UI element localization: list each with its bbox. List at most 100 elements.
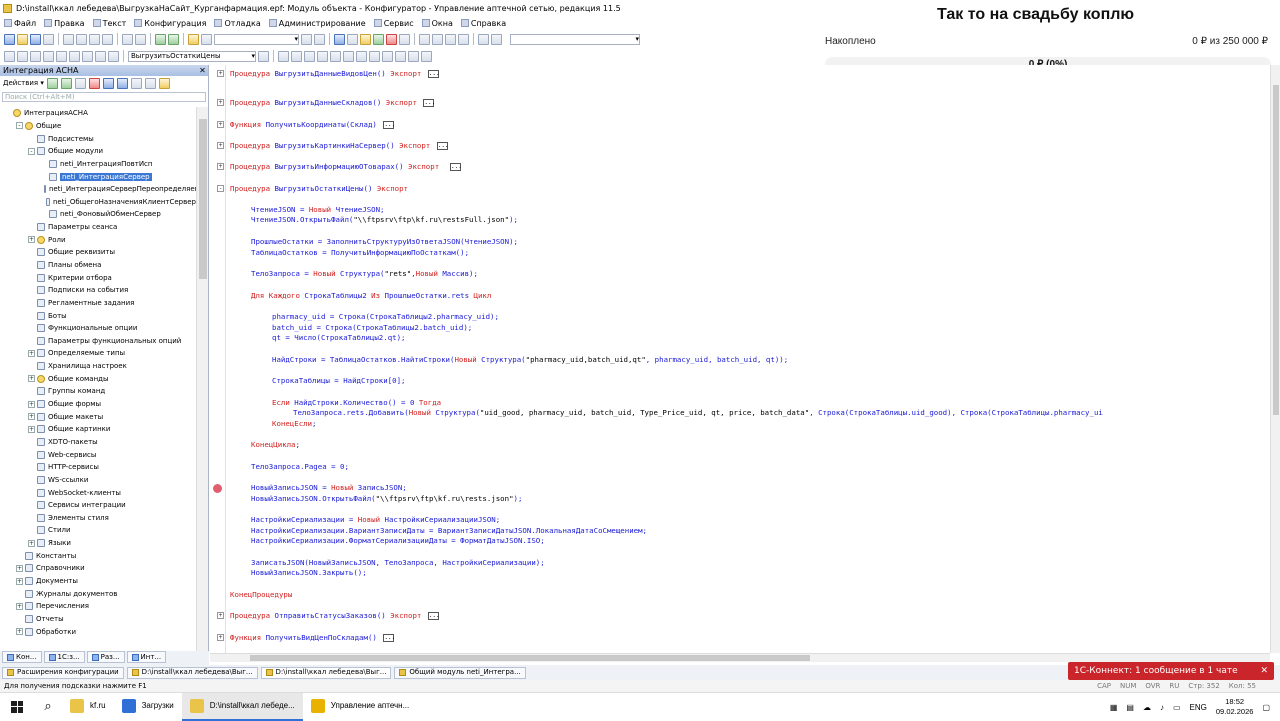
evaluate-icon[interactable]: [330, 50, 341, 62]
step-into-icon[interactable]: [291, 50, 302, 62]
find-icon[interactable]: [188, 33, 199, 45]
tree-node[interactable]: + Общие команды: [0, 372, 196, 385]
code-line[interactable]: КонецЕсли;: [272, 419, 317, 429]
call-stack-icon[interactable]: [343, 50, 354, 62]
step-out-icon[interactable]: [317, 50, 328, 62]
edit-icon[interactable]: [60, 77, 72, 89]
code-line[interactable]: Если НайдСтроки.Количество() = 0 Тогда: [272, 398, 441, 408]
tree-node[interactable]: Подсистемы: [0, 132, 196, 145]
tree-node[interactable]: + Обработки: [0, 625, 196, 638]
watch-icon[interactable]: [356, 50, 367, 62]
tree-node[interactable]: neti_ИнтеграцияСерверПереопределяем: [0, 183, 196, 196]
keyboard-lang[interactable]: ENG: [1190, 703, 1207, 712]
menu-item[interactable]: Правка: [44, 19, 85, 28]
panel-close-icon[interactable]: ✕: [197, 65, 208, 76]
tree-node[interactable]: Группы команд: [0, 385, 196, 398]
menu-item[interactable]: Текст: [92, 19, 126, 28]
format-icon[interactable]: [82, 50, 93, 62]
settings-icon[interactable]: [478, 33, 489, 45]
measure-icon[interactable]: [395, 50, 406, 62]
code-line[interactable]: ЧтениеJSON = Новый ЧтениеJSON;: [251, 205, 385, 215]
tree-node[interactable]: Общие реквизиты: [0, 246, 196, 259]
expand-toggle-icon[interactable]: +: [28, 375, 35, 383]
code-line[interactable]: ТелоЗапроса.Pagea = 0;: [251, 462, 349, 472]
window-tab[interactable]: D:\install\ккал лебедева\Выг...: [126, 666, 258, 679]
fold-toggle-icon[interactable]: +: [217, 163, 224, 170]
collapsed-block-icon[interactable]: ...: [383, 634, 395, 642]
expand-toggle-icon[interactable]: +: [28, 425, 35, 433]
window-tile-icon[interactable]: [432, 33, 443, 45]
filter-icon[interactable]: [144, 77, 156, 89]
code-line[interactable]: ПрошлыеОстатки = ЗаполнитьСтруктуруИзОтв…: [251, 237, 518, 247]
panel-tab[interactable]: Раз...: [86, 651, 125, 663]
editor-vscrollbar[interactable]: [1270, 65, 1280, 653]
code-line[interactable]: СтрокаТаблицы = НайдСтроки[0];: [272, 376, 406, 386]
taskbar-app[interactable]: kf.ru: [62, 693, 114, 721]
update-icon[interactable]: [360, 33, 371, 45]
tree-node[interactable]: Элементы стиля: [0, 512, 196, 525]
tree-node[interactable]: - Общие модули: [0, 145, 196, 158]
code-line[interactable]: + Функция ПолучитьВидЦенПоСкладам() ...: [217, 633, 395, 643]
code-area[interactable]: + Процедура ВыгрузитьДанныеВидовЦен() Экс…: [217, 65, 1270, 653]
coverage-icon[interactable]: [408, 50, 419, 62]
sort-icon[interactable]: [130, 77, 142, 89]
taskbar-app[interactable]: Управление аптечн...: [303, 693, 418, 721]
window-close-icon[interactable]: [458, 33, 469, 45]
proc-list-icon[interactable]: [258, 50, 269, 62]
tree-node[interactable]: Параметры сеанса: [0, 221, 196, 234]
comment-icon[interactable]: [30, 50, 41, 62]
collapsed-block-icon[interactable]: ...: [423, 99, 435, 107]
move-up-icon[interactable]: [102, 77, 114, 89]
actions-menu[interactable]: Действия ▾: [3, 79, 44, 87]
expand-toggle-icon[interactable]: +: [16, 602, 23, 610]
panel-tab[interactable]: 1С:з...: [43, 651, 85, 663]
code-line[interactable]: + Процедура ВыгрузитьКартинкиНаСервер() Э…: [217, 141, 449, 151]
taskbar-app[interactable]: Загрузки: [114, 693, 182, 721]
editor-gutter[interactable]: [210, 65, 226, 653]
code-line[interactable]: pharmacy_uid = Строка(СтрокаТаблицы2.pha…: [272, 312, 499, 322]
tree-node[interactable]: Боты: [0, 309, 196, 322]
menu-item[interactable]: Отладка: [214, 19, 261, 28]
config-icon[interactable]: [347, 33, 358, 45]
code-line[interactable]: Для Каждого СтрокаТаблицы2 Из ПрошлыеОст…: [251, 291, 491, 301]
search-icon[interactable]: ⌕: [34, 693, 62, 721]
stop-icon[interactable]: [386, 33, 397, 45]
add-icon[interactable]: [46, 77, 58, 89]
object-combo[interactable]: ▾: [510, 33, 640, 45]
panel-tab[interactable]: Кон...: [2, 651, 42, 663]
code-line[interactable]: - Процедура ВыгрузитьОстаткиЦены() Экспор…: [217, 184, 408, 194]
tree-node[interactable]: WebSocket-клиенты: [0, 486, 196, 499]
expand-toggle-icon[interactable]: +: [28, 236, 35, 244]
fold-toggle-icon[interactable]: +: [217, 612, 224, 619]
expand-toggle-icon[interactable]: +: [16, 628, 23, 636]
code-line[interactable]: ТелоЗапроса.rets.Добавить(Новый Структур…: [293, 408, 1103, 418]
tree-node[interactable]: Константы: [0, 549, 196, 562]
window-cascade-icon[interactable]: [419, 33, 430, 45]
expand-toggle-icon[interactable]: +: [16, 564, 23, 572]
code-line[interactable]: + Процедура ВыгрузитьДанныеСкладов() Эксп…: [217, 98, 435, 108]
code-line[interactable]: НастройкиСериализации.ВариантЗаписиДаты …: [251, 526, 647, 536]
move-down-icon[interactable]: [116, 77, 128, 89]
tree-node[interactable]: - Общие: [0, 120, 196, 133]
menu-item[interactable]: Справка: [460, 19, 506, 28]
tree-node[interactable]: Планы обмена: [0, 259, 196, 272]
notifications-icon[interactable]: ▢: [1262, 703, 1270, 712]
fold-toggle-icon[interactable]: +: [217, 99, 224, 106]
redo-icon[interactable]: [168, 33, 179, 45]
code-line[interactable]: НастройкиСериализации = Новый НастройкиС…: [251, 515, 500, 525]
help-icon[interactable]: [491, 33, 502, 45]
code-line[interactable]: + Процедура ВыгрузитьИнформациюОТоварах()…: [217, 162, 462, 172]
search-down-icon[interactable]: [314, 33, 325, 45]
tree-node[interactable]: neti_ИнтеграцияПовтИсп: [0, 158, 196, 171]
bookmark-icon[interactable]: [56, 50, 67, 62]
panel-tab[interactable]: Инт...: [126, 651, 167, 663]
fold-toggle-icon[interactable]: +: [217, 142, 224, 149]
copy-item-icon[interactable]: [74, 77, 86, 89]
delete-item-icon[interactable]: [88, 77, 100, 89]
preview-icon[interactable]: [135, 33, 146, 45]
tree-node[interactable]: + Роли: [0, 233, 196, 246]
cut-icon[interactable]: [63, 33, 74, 45]
code-line[interactable]: qt = Число(СтрокаТаблицы2.qt);: [272, 333, 406, 343]
code-line[interactable]: ТаблицаОстатков = ПолучитьИнформациюПоОс…: [251, 248, 469, 258]
code-line[interactable]: ЧтениеJSON.ОткрытьФайл("\\ftpsrv\ftp\kf.…: [251, 215, 518, 225]
